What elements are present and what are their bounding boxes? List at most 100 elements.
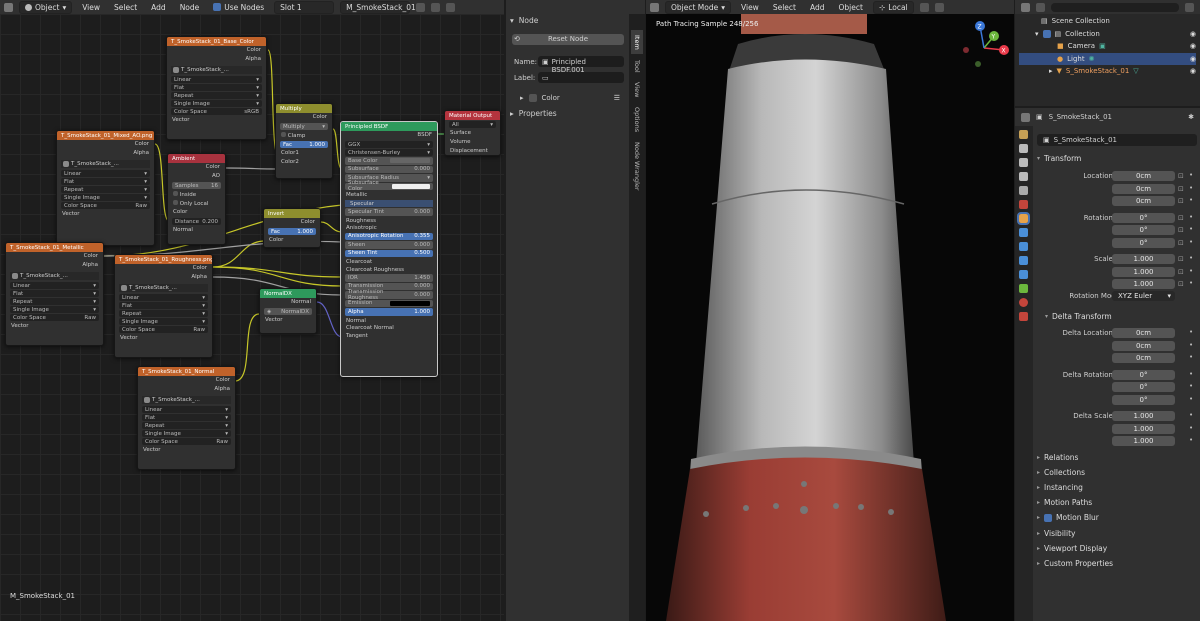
keyframe-dot-icon[interactable]: • (1189, 196, 1193, 204)
node-image-normal[interactable]: T_SmokeStack_01_Normal Color Alpha T_Smo… (137, 366, 236, 470)
output-alpha[interactable]: Alpha (138, 385, 235, 394)
output-color[interactable]: Color (276, 113, 332, 122)
keyframe-dot-icon[interactable]: • (1189, 171, 1193, 179)
bsdf-input-row[interactable]: Clearcoat (341, 258, 437, 266)
node-image-roughness[interactable]: T_SmokeStack_01_Roughness.png Color Alph… (114, 254, 213, 358)
keyframe-dot-icon[interactable]: • (1189, 238, 1193, 246)
bsdf-input-row[interactable]: Anisotropic Rotation 0.355 (345, 232, 433, 240)
input-surface[interactable]: Surface (445, 129, 500, 138)
panel-section-collections[interactable]: ▸ Collections (1037, 465, 1197, 479)
source-dropdown[interactable]: Single Image ▾ (119, 318, 208, 325)
panel-section-instancing[interactable]: ▸ Instancing (1037, 480, 1197, 494)
image-selector[interactable]: T_SmokeStack_... (10, 272, 99, 280)
keyframe-dot-icon[interactable]: • (1189, 213, 1193, 221)
editor-type-icon[interactable] (1021, 112, 1030, 122)
colorspace-dropdown[interactable]: Color Space Raw (61, 202, 150, 209)
tree-camera[interactable]: ■ Camera ▣ ◉ (1019, 40, 1196, 53)
interpolation-dropdown[interactable]: Linear ▾ (171, 76, 262, 83)
bsdf-input-row[interactable]: Sheen Tint 0.500 (345, 249, 433, 257)
menu-node[interactable]: Node (176, 2, 204, 13)
input-vector[interactable]: Vector (57, 210, 154, 219)
lock-icon[interactable]: ⊡ (1178, 214, 1184, 222)
menu-add[interactable]: Add (147, 2, 170, 13)
node-name-field[interactable]: ▣ Principled BSDF.001 (538, 56, 624, 74)
fac-field[interactable]: Fac 1.000 (280, 141, 328, 148)
tree-scene-collection[interactable]: ▤ Scene Collection (1019, 15, 1196, 28)
output-color[interactable]: Color (138, 376, 235, 385)
properties-section[interactable]: ▸ Properties (510, 109, 557, 118)
input-vector[interactable]: Vector (138, 446, 235, 455)
render-tab-icon[interactable] (1019, 144, 1028, 153)
colorspace-dropdown[interactable]: Color Space Raw (142, 438, 231, 445)
number-field[interactable]: 0° (1112, 212, 1175, 223)
output-alpha[interactable]: Alpha (6, 261, 103, 270)
tab-options[interactable]: Options (631, 104, 643, 136)
node-multiply[interactable]: Multiply Color Multiply ▾ Clamp Fac 1.000 … (275, 103, 333, 179)
navigation-gizmo[interactable]: X Y Z (956, 20, 1012, 80)
lock-icon[interactable]: ⊡ (1178, 226, 1184, 234)
lock-icon[interactable]: ⊡ (1178, 280, 1184, 288)
keyframe-dot-icon[interactable]: • (1189, 254, 1193, 262)
pin-icon[interactable]: ✱ (1188, 113, 1194, 121)
node-label-field[interactable]: ▭ (538, 72, 624, 83)
mode-dropdown[interactable]: Object Mode ▾ (665, 0, 732, 14)
close-icon[interactable] (431, 2, 441, 12)
source-dropdown[interactable]: Single Image ▾ (10, 306, 99, 313)
tool-tab-icon[interactable] (1019, 130, 1028, 139)
snap-icon[interactable] (919, 2, 929, 12)
transform-panel-header[interactable]: ▾ Transform (1037, 151, 1197, 165)
panel-section-custom-properties[interactable]: ▸ Custom Properties (1037, 556, 1197, 570)
node-invert[interactable]: Invert Color Fac 1.000 Color (263, 208, 321, 248)
fac-field[interactable]: Fac 1.000 (268, 228, 316, 235)
filter-icon[interactable] (1036, 2, 1045, 12)
eye-icon[interactable]: ◉ (1190, 67, 1196, 75)
color-swatch[interactable] (390, 158, 430, 164)
output-bsdf[interactable]: BSDF (341, 131, 437, 140)
checkbox-checked-icon[interactable] (1044, 513, 1053, 522)
bsdf-input-row[interactable]: IOR 1.450 (345, 274, 433, 282)
keyframe-dot-icon[interactable]: • (1189, 328, 1193, 336)
number-field[interactable]: 0° (1112, 225, 1175, 235)
bsdf-input-row[interactable]: Normal (341, 317, 437, 325)
color-swatch[interactable] (390, 300, 430, 306)
number-field[interactable]: 1.000 (1112, 423, 1175, 434)
menu-add[interactable]: Add (806, 2, 829, 13)
output-ao[interactable]: AO (168, 172, 225, 181)
tab-item[interactable]: Item (631, 30, 643, 54)
number-field[interactable]: 0cm (1112, 183, 1175, 194)
tab-tool[interactable]: Tool (631, 56, 643, 76)
output-color[interactable]: Color (57, 140, 154, 149)
proportional-edit-icon[interactable] (934, 2, 944, 12)
extension-dropdown[interactable]: Repeat ▾ (61, 186, 150, 193)
node-principled-bsdf[interactable]: Principled BSDF BSDF GGX ▾ Christensen-Bu… (340, 121, 438, 377)
node-image-basecolor[interactable]: T_SmokeStack_01_Base_Color Color Alpha T… (166, 36, 267, 140)
lock-icon[interactable]: ⊡ (1178, 255, 1184, 263)
bsdf-input-row[interactable]: Anisotropic (341, 224, 437, 232)
rotation-mode-dropdown[interactable]: XYZ Euler ▾ (1112, 291, 1175, 301)
interpolation-dropdown[interactable]: Linear ▾ (142, 406, 231, 413)
output-alpha[interactable]: Alpha (57, 149, 154, 158)
keyframe-dot-icon[interactable]: • (1189, 225, 1193, 233)
pin-icon[interactable] (446, 2, 456, 12)
number-field[interactable]: 0cm (1112, 340, 1175, 351)
menu-select[interactable]: Select (769, 2, 800, 13)
node-normaldx[interactable]: NormalDX Normal ◈ NormalDX Vector (259, 288, 317, 334)
bsdf-input-row[interactable]: Clearcoat Roughness (341, 266, 437, 274)
bsdf-input-row[interactable]: Subsurface 0.000 (345, 165, 433, 173)
bsdf-input-row[interactable]: Clearcoat Normal (341, 324, 437, 332)
keyframe-dot-icon[interactable]: • (1189, 353, 1193, 361)
lock-icon[interactable]: ⊡ (1178, 197, 1184, 205)
menu-object[interactable]: Object (835, 2, 867, 13)
number-field[interactable]: 0° (1112, 369, 1175, 380)
lock-icon[interactable]: ⊡ (1178, 172, 1184, 180)
search-input[interactable] (1051, 2, 1179, 12)
input-normal[interactable]: Normal (168, 226, 225, 235)
delta-transform-header[interactable]: ▾ Delta Transform (1045, 309, 1200, 323)
bsdf-input-row[interactable]: Subsurface Color (345, 180, 433, 192)
image-selector[interactable]: T_SmokeStack_... (142, 396, 231, 404)
eye-icon[interactable]: ◉ (1190, 42, 1196, 50)
extension-dropdown[interactable]: Repeat ▾ (171, 92, 262, 99)
eye-icon[interactable]: ◉ (1190, 55, 1196, 63)
menu-view[interactable]: View (737, 2, 763, 13)
output-alpha[interactable]: Alpha (167, 55, 266, 64)
